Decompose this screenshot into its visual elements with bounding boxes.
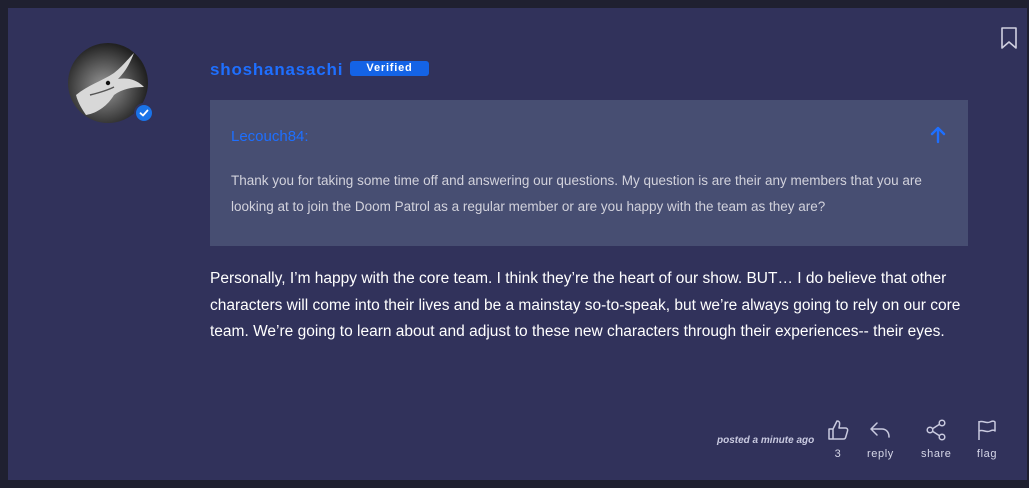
comment-card: shoshanasachi Verified Lecouch84: Thank … (8, 8, 1027, 480)
reply-arrow-icon (870, 422, 891, 438)
reply-label: reply (867, 448, 894, 460)
flag-icon (978, 420, 996, 440)
thumbs-up-icon (828, 420, 849, 440)
username-link[interactable]: shoshanasachi (210, 60, 343, 80)
flag-label: flag (976, 448, 998, 460)
verified-badge: Verified (350, 61, 429, 76)
share-label: share (921, 448, 952, 460)
bookmark-icon[interactable] (1000, 27, 1018, 49)
share-icon (926, 419, 946, 441)
arrow-up-icon[interactable] (930, 126, 946, 144)
share-button[interactable]: share (921, 419, 952, 460)
posted-timestamp: posted a minute ago (717, 435, 815, 446)
like-button[interactable]: 3 (827, 419, 849, 460)
avatar[interactable] (68, 43, 154, 125)
like-count: 3 (834, 448, 842, 460)
verified-check-icon (134, 103, 154, 123)
quoted-comment: Lecouch84: Thank you for taking some tim… (210, 100, 968, 246)
quote-text: Thank you for taking some time off and a… (231, 173, 922, 214)
quote-author-link[interactable]: Lecouch84: (231, 128, 309, 145)
flag-button[interactable]: flag (976, 419, 998, 460)
reply-button[interactable]: reply (867, 419, 894, 460)
comment-body: Personally, I’m happy with the core team… (210, 270, 961, 340)
